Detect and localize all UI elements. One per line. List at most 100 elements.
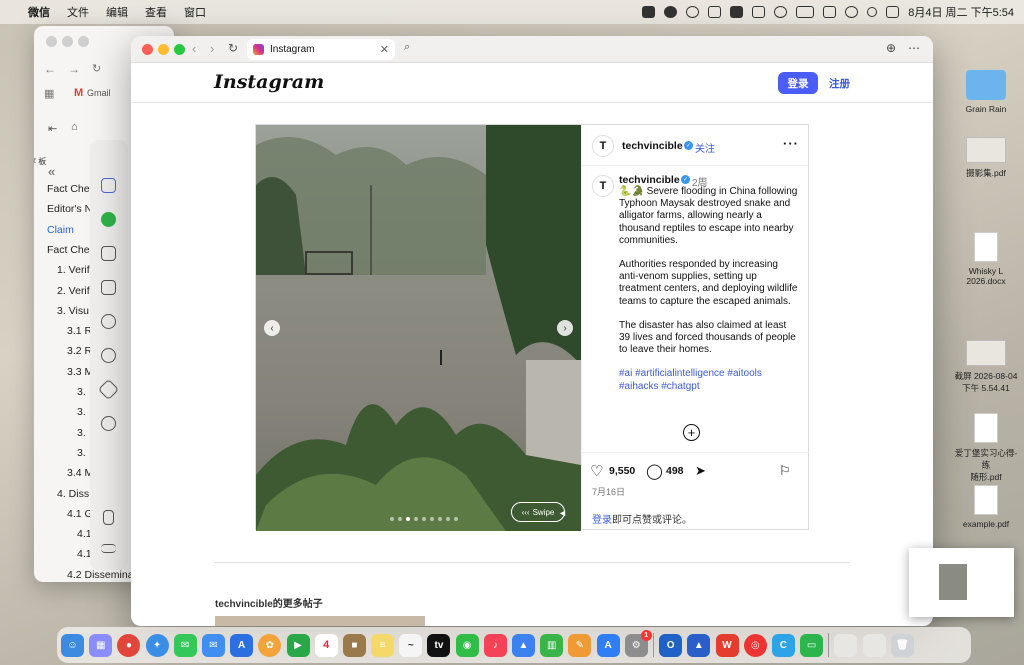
login-button[interactable]: 登录 <box>778 72 818 94</box>
display-status-icon[interactable] <box>823 6 837 18</box>
notes-app-icon[interactable]: ■ <box>342 633 366 657</box>
gmail-icon[interactable]: M <box>74 87 83 99</box>
instagram-logo[interactable]: Instagram <box>214 71 324 93</box>
contacts-icon[interactable] <box>101 246 116 261</box>
mute-icon[interactable]: ◄ <box>558 508 567 518</box>
back-arrow-icon[interactable]: ← <box>44 62 56 76</box>
close-button[interactable] <box>142 44 153 55</box>
menu-window[interactable]: 窗口 <box>184 4 206 20</box>
login-prompt-link[interactable]: 登录 <box>592 515 612 526</box>
apple-tv-icon[interactable]: tv <box>427 633 451 657</box>
menu-edit[interactable]: 编辑 <box>106 4 128 20</box>
trash-icon[interactable]: 🗑 <box>890 633 914 657</box>
caption-avatar[interactable]: T <box>592 175 614 197</box>
outline-item[interactable]: 1. Verif <box>57 264 90 276</box>
keynote-icon[interactable]: ▲ <box>512 633 535 657</box>
chrome-icon[interactable]: ● <box>117 633 141 657</box>
numbers-icon[interactable]: ▥ <box>540 633 564 657</box>
menu-file[interactable]: 文件 <box>67 4 89 20</box>
home-icon[interactable]: ⌂ <box>71 121 78 133</box>
menu-view[interactable]: 查看 <box>145 4 167 20</box>
outline-item[interactable]: 4.1 G <box>67 508 93 520</box>
chat-icon[interactable] <box>101 212 116 227</box>
post-media[interactable]: ‹ › ‹‹‹ Swipe ◄ <box>256 125 581 531</box>
wechat-status-icon[interactable] <box>642 6 656 18</box>
collapse-icon[interactable]: « <box>48 164 55 179</box>
carousel-next-button[interactable]: › <box>557 320 573 336</box>
phone-icon[interactable] <box>103 510 114 525</box>
music-app-icon[interactable]: ♪ <box>483 633 507 657</box>
more-options-icon[interactable]: ⋯ <box>908 41 920 55</box>
outline-item[interactable]: Editor's N <box>47 203 92 215</box>
minimize-dot[interactable] <box>62 36 73 47</box>
cube-icon[interactable] <box>101 280 116 295</box>
outline-item[interactable]: 3.2 R <box>67 345 92 357</box>
chat-app-icon[interactable]: ▭ <box>800 633 824 657</box>
launchpad-icon[interactable]: ▦ <box>89 633 113 657</box>
c-status-icon[interactable] <box>664 6 678 18</box>
desktop-file[interactable]: Whisky L 2026.docx <box>951 232 1021 286</box>
more-posts-thumbnail[interactable] <box>215 616 425 626</box>
play-status-icon[interactable] <box>774 6 788 18</box>
outline-item[interactable]: Fact Che <box>47 244 90 256</box>
comment-icon[interactable]: ◯ <box>646 462 663 480</box>
feather-status-icon[interactable] <box>708 6 722 18</box>
outline-item[interactable]: 4.2 Disseminat <box>67 569 136 581</box>
shield-status-icon[interactable] <box>730 6 744 18</box>
toc-toggle-icon[interactable]: ⇤ <box>48 122 57 135</box>
caption-username[interactable]: techvincible <box>619 174 680 186</box>
app-store-2-icon[interactable]: A <box>596 633 620 657</box>
diamond-icon[interactable] <box>97 378 120 401</box>
tencent-meeting-icon[interactable]: ▲ <box>687 633 711 657</box>
aperture-icon[interactable] <box>101 314 116 329</box>
browser-tab-instagram[interactable]: Instagram ✕ <box>247 39 395 60</box>
safari-icon[interactable]: ✦ <box>145 633 169 657</box>
finder-icon[interactable]: ☺ <box>61 633 84 657</box>
recent-window-icon[interactable] <box>834 633 858 657</box>
close-tab-icon[interactable]: ✕ <box>380 43 389 56</box>
wechat-icon[interactable]: ◉ <box>455 633 479 657</box>
close-dot[interactable] <box>46 36 57 47</box>
like-heart-icon[interactable]: ♡ <box>590 462 603 480</box>
pages-icon[interactable]: ✎ <box>568 633 592 657</box>
recent-window-2-icon[interactable] <box>862 633 886 657</box>
load-comments-icon[interactable]: + <box>683 424 700 441</box>
facetime-icon[interactable]: ▶ <box>286 633 310 657</box>
gmail-bookmark-label[interactable]: Gmail <box>87 88 111 98</box>
music-icon[interactable] <box>101 416 116 431</box>
desktop-file[interactable]: 摄影集.pdf <box>951 137 1021 179</box>
translate-status-icon[interactable] <box>752 6 766 18</box>
globe-icon[interactable]: ⊕ <box>886 41 896 55</box>
notes-icon[interactable]: ≡ <box>371 633 395 657</box>
minimize-button[interactable] <box>158 44 169 55</box>
outline-item[interactable]: Fact Che <box>47 183 90 195</box>
more-options-icon[interactable]: ··· <box>783 136 799 151</box>
desktop-file[interactable]: Grain Rain <box>951 70 1021 114</box>
signup-link[interactable]: 注册 <box>829 76 850 91</box>
screenshot-preview[interactable] <box>909 548 1014 617</box>
bot-icon[interactable] <box>101 178 116 193</box>
zoom-dot[interactable] <box>78 36 89 47</box>
forward-button[interactable]: › <box>210 41 214 56</box>
chatgpt-status-icon[interactable] <box>686 6 700 18</box>
desktop-file[interactable]: 截屏 2026-08-04 下午 5.54.41 <box>951 340 1021 394</box>
wifi-icon[interactable] <box>845 6 859 18</box>
outline-item[interactable]: 4. Diss <box>57 488 89 500</box>
wps-icon[interactable]: W <box>715 633 739 657</box>
back-button[interactable]: ‹ <box>192 41 196 56</box>
menu-icon[interactable] <box>101 544 116 553</box>
canva-icon[interactable]: C <box>771 633 795 657</box>
outline-item[interactable]: 3. Visu <box>57 305 89 317</box>
follow-link[interactable]: 关注 <box>695 140 715 155</box>
outline-item[interactable]: 3.1 R <box>67 325 92 337</box>
outline-item[interactable]: 2. Verif <box>57 285 90 297</box>
username[interactable]: techvincible <box>622 140 683 152</box>
outline-item[interactable]: 3. <box>77 447 86 459</box>
outlook-icon[interactable]: O <box>659 633 683 657</box>
netease-music-icon[interactable]: ◎ <box>743 633 767 657</box>
avatar[interactable]: T <box>592 135 614 157</box>
messages-icon[interactable]: ✉ <box>173 633 197 657</box>
share-icon[interactable]: ➤ <box>695 463 706 479</box>
freeform-icon[interactable]: ~ <box>399 633 423 657</box>
tab-search-icon[interactable]: ⌕ <box>404 41 410 54</box>
